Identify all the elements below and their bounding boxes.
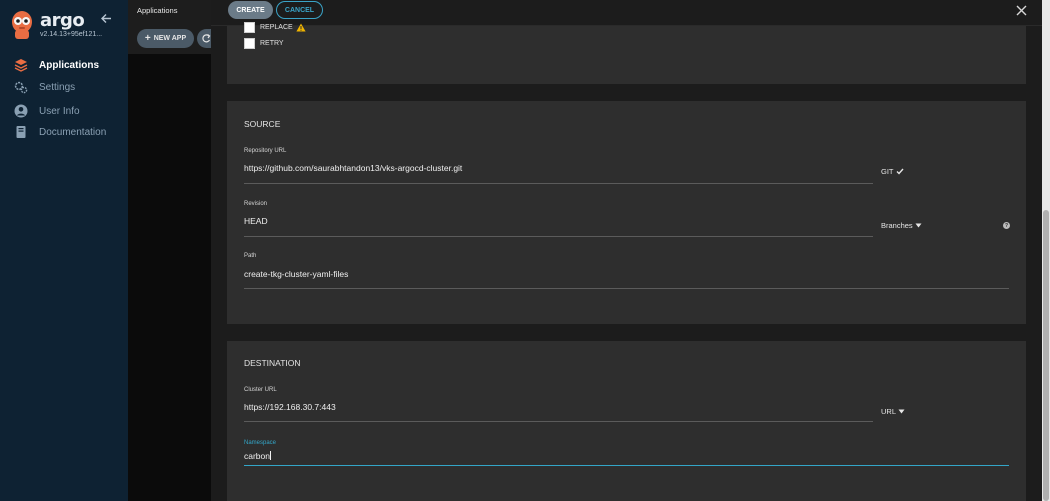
namespace-value: carbon [244,451,270,461]
help-icon[interactable]: ? [1003,222,1010,229]
namespace-underline [244,465,1009,466]
close-icon[interactable] [1016,5,1027,16]
replace-label: REPLACE [260,24,293,31]
revision-label: Revision [244,201,268,207]
book-icon [14,125,28,139]
argo-logo-icon[interactable] [9,10,35,40]
sidebar-item-settings[interactable]: Settings [14,79,75,95]
cluster-mode-dropdown[interactable]: URL [881,407,905,416]
retry-checkbox[interactable] [244,38,255,49]
stack-icon [14,58,28,72]
repo-type-dropdown[interactable]: GIT [881,167,904,176]
repo-type-label: GIT [881,167,894,176]
sidebar-item-user-info[interactable]: User Info [14,103,80,119]
sidebar-item-label: Applications [39,59,100,71]
revision-mode-label: Branches [881,221,913,230]
sidebar-item-label: User Info [39,105,80,117]
version-label: v2.14.13+95ef121... [40,31,103,38]
plus-icon: + [144,32,151,44]
sidebar-item-applications[interactable]: Applications [14,57,99,73]
retry-option[interactable]: RETRY [244,38,284,49]
sidebar: argo v2.14.13+95ef121... Applications Se… [0,0,128,501]
brand-name: argo [40,10,85,31]
cluster-mode-label: URL [881,407,897,416]
cluster-url-label: Cluster URL [244,387,277,393]
revision-field[interactable]: HEAD [244,216,268,226]
panel-header [211,0,1042,26]
replace-checkbox[interactable] [244,22,255,33]
replace-option[interactable]: REPLACE [244,22,306,33]
repo-url-field[interactable]: https://github.com/saurabhtandon13/vks-a… [244,163,462,173]
sync-options-card [227,25,1026,84]
source-section-title: SOURCE [244,119,281,129]
gears-icon [14,80,28,94]
breadcrumb[interactable]: Applications [137,6,177,15]
cluster-url-field[interactable]: https://192.168.30.7:443 [244,402,336,412]
repo-url-underline [244,183,873,184]
revision-mode-dropdown[interactable]: Branches [881,221,922,230]
new-app-button[interactable]: + NEW APP [137,29,194,48]
new-app-label: NEW APP [153,35,187,42]
sidebar-item-label: Settings [39,81,76,93]
repo-url-label: Repository URL [244,148,287,154]
namespace-label: Namespace [244,440,277,446]
create-button[interactable]: CREATE [228,1,273,19]
sidebar-item-documentation[interactable]: Documentation [14,124,106,140]
destination-section-title: DESTINATION [244,358,301,368]
cluster-url-underline [244,421,873,422]
namespace-field[interactable]: carbon [244,451,271,461]
path-label: Path [244,253,257,259]
path-field[interactable]: create-tkg-cluster-yaml-files [244,269,348,279]
cancel-button[interactable]: CANCEL [276,1,323,19]
scrollbar-thumb[interactable] [1043,210,1049,501]
caret-down-icon [915,223,922,228]
text-cursor [270,451,271,460]
warning-icon [296,23,306,32]
user-circle-icon [14,104,28,118]
source-card [227,101,1026,324]
check-icon [896,168,904,175]
retry-label: RETRY [260,40,284,47]
path-underline [244,288,1009,289]
collapse-arrow-icon[interactable] [100,12,113,25]
caret-down-icon [898,409,905,414]
sidebar-item-label: Documentation [39,126,107,138]
revision-underline [244,236,873,237]
